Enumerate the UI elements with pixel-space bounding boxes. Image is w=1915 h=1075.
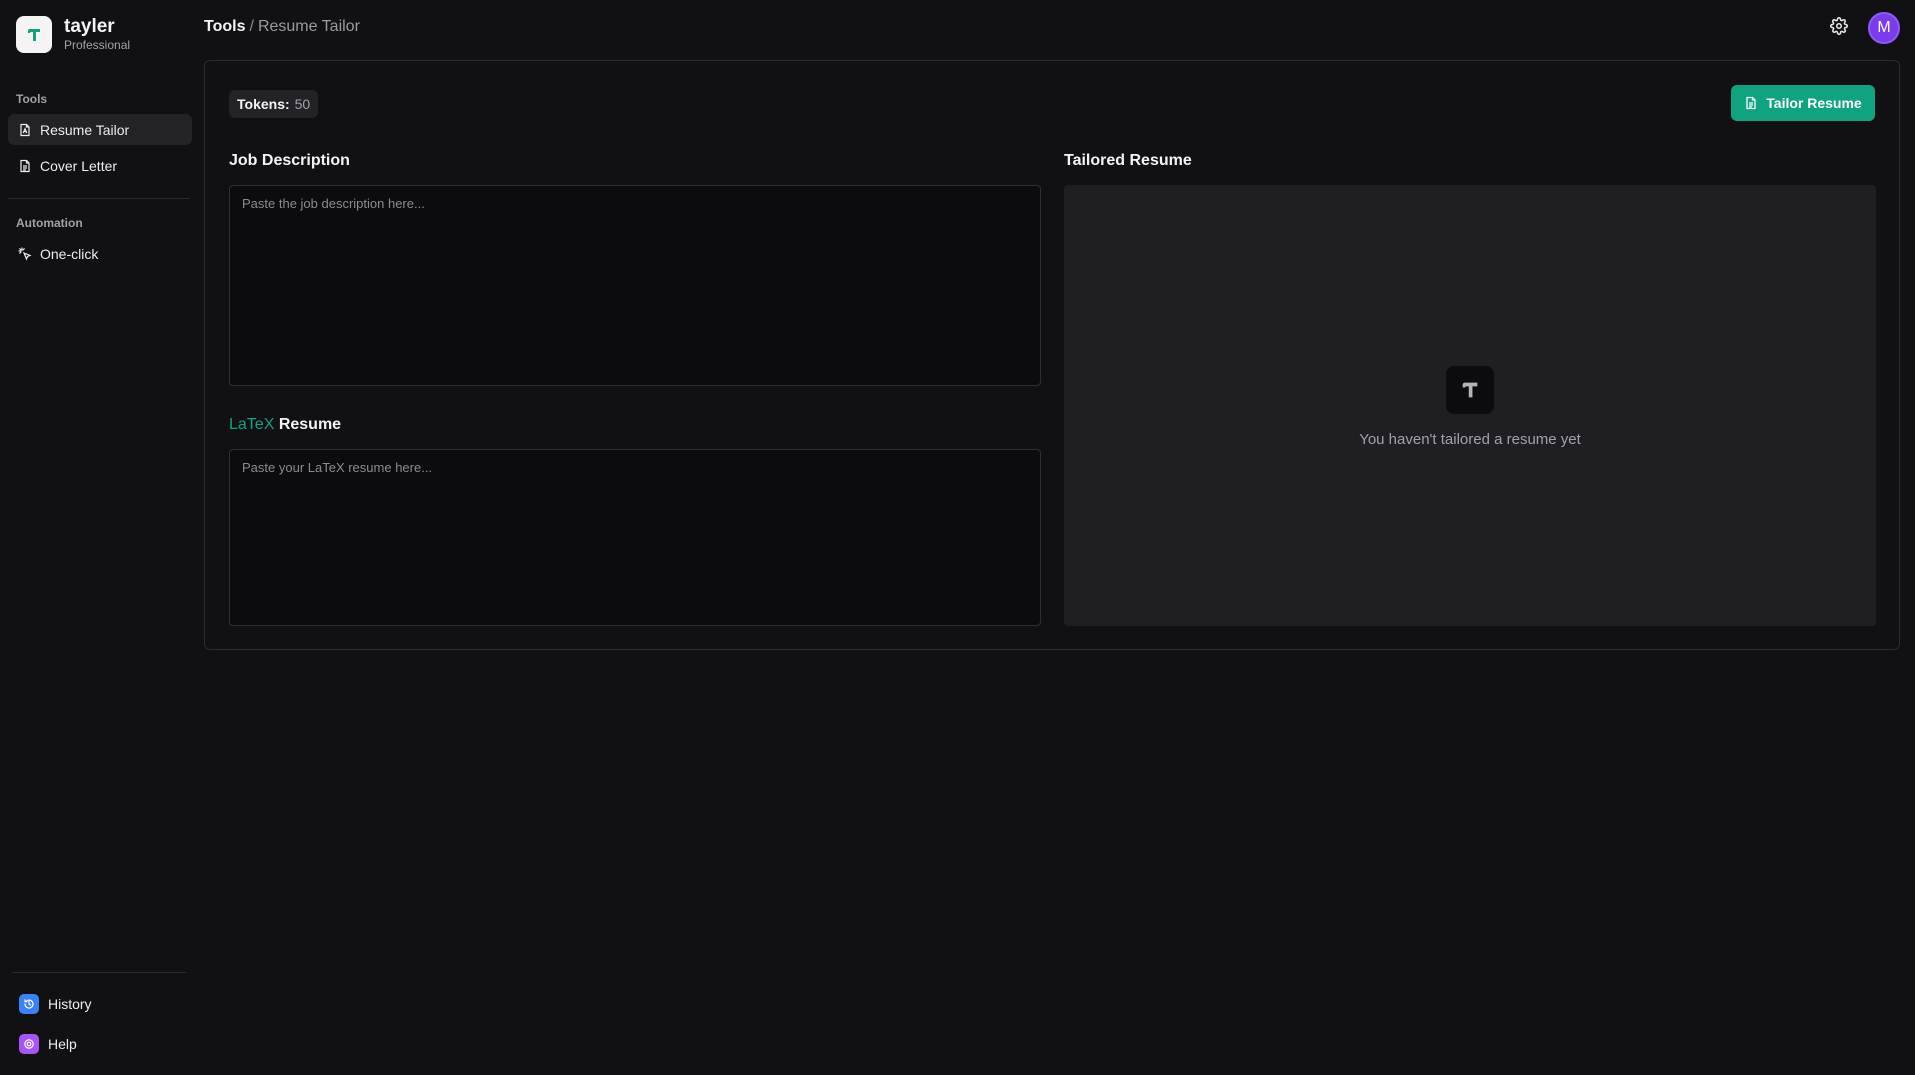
resume-tailor-panel: Tokens: 50 Tailor Resume Job Description… bbox=[204, 60, 1900, 650]
tokens-value: 50 bbox=[294, 96, 311, 112]
sidebar-item-history[interactable]: History bbox=[12, 989, 188, 1019]
avatar[interactable]: M bbox=[1868, 12, 1900, 44]
breadcrumb-root[interactable]: Tools bbox=[204, 18, 245, 35]
latex-label-rest: Resume bbox=[278, 416, 342, 433]
latex-label-accent: LaTeX bbox=[229, 416, 275, 433]
brand-logo-icon bbox=[16, 16, 52, 53]
sidebar-bottom-divider bbox=[12, 972, 186, 973]
breadcrumb-current: Resume Tailor bbox=[257, 18, 360, 35]
sidebar-divider bbox=[8, 198, 190, 199]
file-text-icon bbox=[1744, 96, 1766, 110]
breadcrumb: Tools / Resume Tailor bbox=[204, 18, 360, 36]
brand[interactable]: tayler Professional bbox=[16, 16, 130, 53]
breadcrumb-separator: / bbox=[249, 18, 254, 35]
section-title-tools: Tools bbox=[16, 92, 48, 106]
brand-plan: Professional bbox=[64, 38, 131, 52]
tailored-resume-label: Tailored Resume bbox=[1064, 152, 1192, 169]
file-text-icon bbox=[17, 122, 32, 137]
sidebar-item-cover-letter[interactable]: Cover Letter bbox=[8, 150, 192, 181]
tailor-resume-button[interactable]: Tailor Resume bbox=[1731, 85, 1875, 121]
settings-button[interactable] bbox=[1827, 16, 1851, 40]
sidebar-item-label: Resume Tailor bbox=[40, 121, 130, 138]
sidebar-item-label: Cover Letter bbox=[40, 157, 118, 174]
help-icon bbox=[19, 1034, 39, 1054]
section-title-automation: Automation bbox=[16, 216, 83, 230]
file-icon bbox=[17, 158, 32, 173]
empty-state-text: You haven't tailored a resume yet bbox=[1359, 431, 1581, 448]
gear-icon bbox=[1830, 16, 1848, 40]
sidebar-item-label: Help bbox=[48, 1036, 77, 1052]
tokens-badge: Tokens: 50 bbox=[229, 90, 319, 118]
sidebar-item-one-click[interactable]: One-click bbox=[8, 238, 192, 269]
sidebar-item-help[interactable]: Help bbox=[12, 1029, 188, 1059]
sidebar-item-label: One-click bbox=[40, 245, 99, 262]
tailor-resume-label: Tailor Resume bbox=[1766, 95, 1862, 111]
sidebar: tayler Professional Tools Resume Tailor … bbox=[0, 0, 200, 1075]
history-icon bbox=[19, 994, 39, 1014]
sidebar-item-resume-tailor[interactable]: Resume Tailor bbox=[8, 114, 192, 145]
sparkle-click-icon bbox=[17, 246, 32, 261]
job-description-input[interactable] bbox=[229, 185, 1041, 386]
latex-resume-label: LaTeX Resume bbox=[229, 416, 341, 434]
brand-name: tayler bbox=[64, 16, 115, 37]
tayler-logo-icon bbox=[1446, 366, 1494, 414]
tokens-label: Tokens: bbox=[237, 96, 290, 112]
job-description-label: Job Description bbox=[229, 152, 350, 169]
latex-resume-input[interactable] bbox=[229, 449, 1041, 626]
tailored-resume-output: You haven't tailored a resume yet bbox=[1064, 185, 1876, 626]
sidebar-item-label: History bbox=[48, 996, 92, 1012]
